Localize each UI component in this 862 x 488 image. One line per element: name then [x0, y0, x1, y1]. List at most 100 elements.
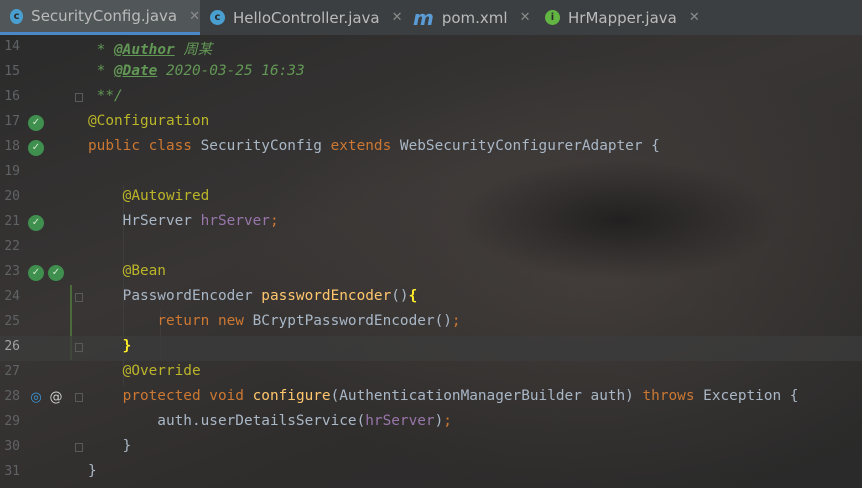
line-number: 24 [4, 289, 20, 304]
fold-marker-icon[interactable] [75, 343, 83, 352]
line-number: 19 [4, 164, 20, 179]
code-line[interactable]: 17 ✓ @Configuration [0, 111, 862, 136]
code-line[interactable]: 27 @Override [0, 361, 862, 386]
code-text: @Autowired [88, 188, 210, 204]
code-text: } [88, 338, 132, 354]
code-text: HrServer hrServer; [88, 213, 279, 229]
tab-label: pom.xml [441, 8, 508, 27]
code-line[interactable]: 26 } [0, 336, 862, 361]
code-token: @Autowired [122, 188, 210, 204]
fold-marker-icon[interactable] [75, 393, 83, 402]
code-line[interactable]: 18 ✓ public class SecurityConfig extends W… [0, 136, 862, 161]
line-number: 20 [4, 189, 20, 204]
code-token: hrServer [365, 413, 435, 429]
code-token: } [88, 438, 132, 454]
annotation-icon[interactable]: @ [48, 390, 64, 406]
code-text: return new BCryptPasswordEncoder(); [88, 313, 461, 329]
line-number: 30 [4, 439, 20, 454]
java-class-icon: c [210, 10, 225, 25]
code-line[interactable]: 23 ✓ ✓ @Bean [0, 261, 862, 286]
tab-hellocontroller-java[interactable]: c HelloController.java ✕ [200, 0, 403, 35]
code-line[interactable]: 29 auth.userDetailsService(hrServer); [0, 411, 862, 436]
java-interface-icon: i [545, 10, 560, 25]
code-line[interactable]: 28 ◎ @ protected void configure(Authentica… [0, 386, 862, 411]
tab-securityconfig-java[interactable]: c SecurityConfig.java ✕ [0, 0, 200, 35]
maven-icon: m [413, 5, 434, 30]
code-line[interactable]: 14 * @Author 周某 [0, 36, 862, 61]
code-line[interactable]: 24 PasswordEncoder passwordEncoder(){ [0, 286, 862, 311]
code-token: ) [434, 413, 444, 429]
code-line[interactable]: 15 * @Date 2020-03-25 16:33 [0, 61, 862, 86]
override-method-icon[interactable]: ◎ [28, 390, 44, 406]
code-token: { [408, 288, 418, 304]
code-text: @Bean [88, 263, 166, 279]
code-text: } [88, 438, 132, 454]
spring-bean-icon[interactable]: ✓ [48, 265, 64, 281]
code-token: () [391, 288, 409, 304]
tab-pom-xml[interactable]: m pom.xml ✕ [403, 0, 535, 35]
line-number: 29 [4, 414, 20, 429]
code-line[interactable]: 21 ✓ HrServer hrServer; [0, 211, 862, 236]
code-token: protected void [122, 388, 253, 404]
tab-hrmapper-java[interactable]: i HrMapper.java ✕ [535, 0, 710, 35]
code-token: * [88, 63, 114, 79]
code-token: 周某 [174, 42, 213, 58]
code-text: @Configuration [88, 113, 209, 129]
code-token: hrServer [200, 213, 270, 229]
code-token: SecurityConfig [200, 138, 331, 154]
spring-bean-icon[interactable]: ✓ [28, 215, 44, 231]
code-line[interactable]: 30 } [0, 436, 862, 461]
code-token: auth.userDetailsService( [88, 413, 366, 429]
code-line[interactable]: 22 [0, 236, 862, 261]
code-text: PasswordEncoder passwordEncoder(){ [88, 288, 418, 304]
code-token: configure [252, 388, 331, 404]
fold-marker-icon[interactable] [75, 93, 83, 102]
tab-label: HrMapper.java [568, 8, 677, 27]
code-token: (AuthenticationManagerBuilder auth) [330, 388, 643, 404]
code-token: ; [451, 313, 461, 329]
code-token: @Author [114, 42, 175, 58]
spring-bean-icon[interactable]: ✓ [28, 265, 44, 281]
code-token: ; [269, 213, 279, 229]
fold-marker-icon[interactable] [75, 443, 83, 452]
spring-bean-icon[interactable]: ✓ [28, 140, 44, 156]
line-number: 27 [4, 364, 20, 379]
code-text: auth.userDetailsService(hrServer); [88, 413, 452, 429]
code-editor[interactable]: 14 * @Author 周某 15 * @Date 2020-03-25 16:… [0, 35, 862, 488]
code-line[interactable]: 20 @Autowired [0, 186, 862, 211]
line-number: 28 [4, 389, 20, 404]
line-number: 25 [4, 314, 20, 329]
tab-label: SecurityConfig.java [31, 7, 178, 25]
code-token: @Configuration [88, 113, 210, 129]
close-icon[interactable]: ✕ [520, 10, 531, 25]
line-number: 14 [4, 39, 20, 54]
code-token: @Bean [122, 263, 166, 279]
code-line[interactable]: 31} [0, 461, 862, 486]
code-line[interactable]: 16 **/ [0, 86, 862, 111]
code-token: @Override [122, 363, 201, 379]
close-icon[interactable]: ✕ [189, 9, 200, 24]
line-number: 17 [4, 114, 20, 129]
code-line[interactable]: 25 return new BCryptPasswordEncoder(); [0, 311, 862, 336]
line-number: 31 [4, 464, 20, 479]
line-number: 21 [4, 214, 20, 229]
fold-marker-icon[interactable] [75, 293, 83, 302]
code-text: protected void configure(AuthenticationM… [88, 388, 799, 404]
editor-tab-bar: c SecurityConfig.java ✕ c HelloController.ja… [0, 0, 862, 36]
line-number: 18 [4, 139, 20, 154]
code-line[interactable]: 19 [0, 161, 862, 186]
code-token: throws [642, 388, 704, 404]
close-icon[interactable]: ✕ [689, 10, 700, 25]
code-token: @Date [114, 63, 158, 79]
code-token: public class [88, 138, 201, 154]
code-text: * @Date 2020-03-25 16:33 [88, 63, 305, 79]
line-number: 16 [4, 89, 20, 104]
code-token: * [88, 42, 114, 58]
close-icon[interactable]: ✕ [392, 10, 403, 25]
spring-bean-icon[interactable]: ✓ [28, 115, 44, 131]
java-class-icon: c [10, 8, 24, 24]
code-text: @Override [88, 363, 201, 379]
